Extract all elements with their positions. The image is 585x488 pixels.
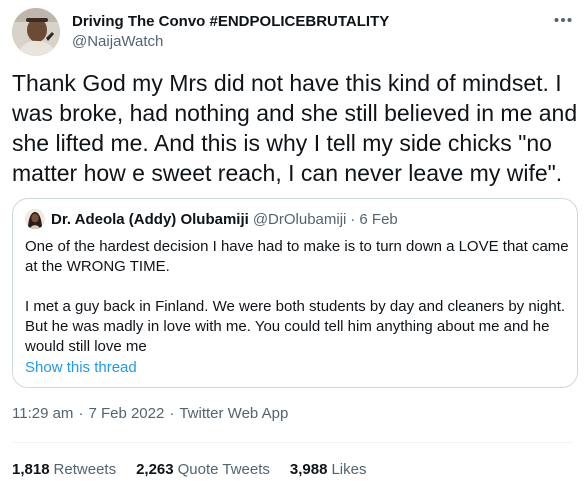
show-thread-link[interactable]: Show this thread bbox=[25, 359, 137, 376]
author-display-name[interactable]: Driving The Convo #ENDPOLICEBRUTALITY bbox=[72, 12, 389, 32]
quoted-author-name: Dr. Adeola (Addy) Olubamiji bbox=[51, 210, 249, 228]
quoted-date: 6 Feb bbox=[359, 210, 398, 228]
quoted-tweet-text: One of the hardest decision I have had t… bbox=[25, 237, 570, 357]
likes-stat[interactable]: 3,988 Likes bbox=[290, 461, 367, 478]
retweets-stat[interactable]: 1,818 Retweets bbox=[12, 461, 116, 478]
quote-tweets-label: Quote Tweets bbox=[177, 461, 270, 478]
tweet-text: Thank God my Mrs did not have this kind … bbox=[12, 70, 578, 186]
author-avatar[interactable] bbox=[12, 8, 60, 56]
tweet-source[interactable]: Twitter Web App bbox=[179, 405, 288, 422]
quoted-paragraph-2: I met a guy back in Finland. We were bot… bbox=[25, 298, 566, 355]
quoted-paragraph-1: One of the hardest decision I have had t… bbox=[25, 238, 569, 275]
author-info: Driving The Convo #ENDPOLICEBRUTALITY @N… bbox=[72, 12, 389, 52]
quoted-author-handle: @DrOlubamiji bbox=[252, 210, 347, 228]
meta-separator-2: · bbox=[169, 405, 175, 422]
likes-count: 3,988 bbox=[289, 461, 328, 478]
quoted-separator: · bbox=[350, 210, 356, 228]
retweets-label: Retweets bbox=[53, 461, 117, 478]
quoted-author-avatar bbox=[25, 209, 45, 229]
tweet-date[interactable]: 7 Feb 2022 bbox=[88, 405, 164, 422]
tweet-meta: 11:29 am · 7 Feb 2022 · Twitter Web App bbox=[12, 405, 288, 422]
likes-label: Likes bbox=[331, 461, 367, 478]
quoted-tweet[interactable]: Dr. Adeola (Addy) Olubamiji @DrOlubamiji… bbox=[12, 198, 578, 388]
divider bbox=[12, 442, 573, 443]
engagement-stats: 1,818 Retweets 2,263 Quote Tweets 3,988 Lik… bbox=[12, 461, 386, 478]
tweet-time[interactable]: 11:29 am bbox=[12, 405, 73, 422]
author-handle[interactable]: @NaijaWatch bbox=[72, 32, 389, 52]
quote-tweets-count: 2,263 bbox=[136, 461, 174, 478]
meta-separator: · bbox=[78, 405, 84, 422]
more-horizontal-icon[interactable] bbox=[551, 8, 575, 32]
quoted-tweet-header: Dr. Adeola (Addy) Olubamiji @DrOlubamiji… bbox=[25, 209, 398, 229]
retweets-count: 1,818 bbox=[12, 461, 50, 478]
tweet-card: Driving The Convo #ENDPOLICEBRUTALITY @N… bbox=[0, 0, 585, 488]
quote-tweets-stat[interactable]: 2,263 Quote Tweets bbox=[136, 461, 270, 478]
